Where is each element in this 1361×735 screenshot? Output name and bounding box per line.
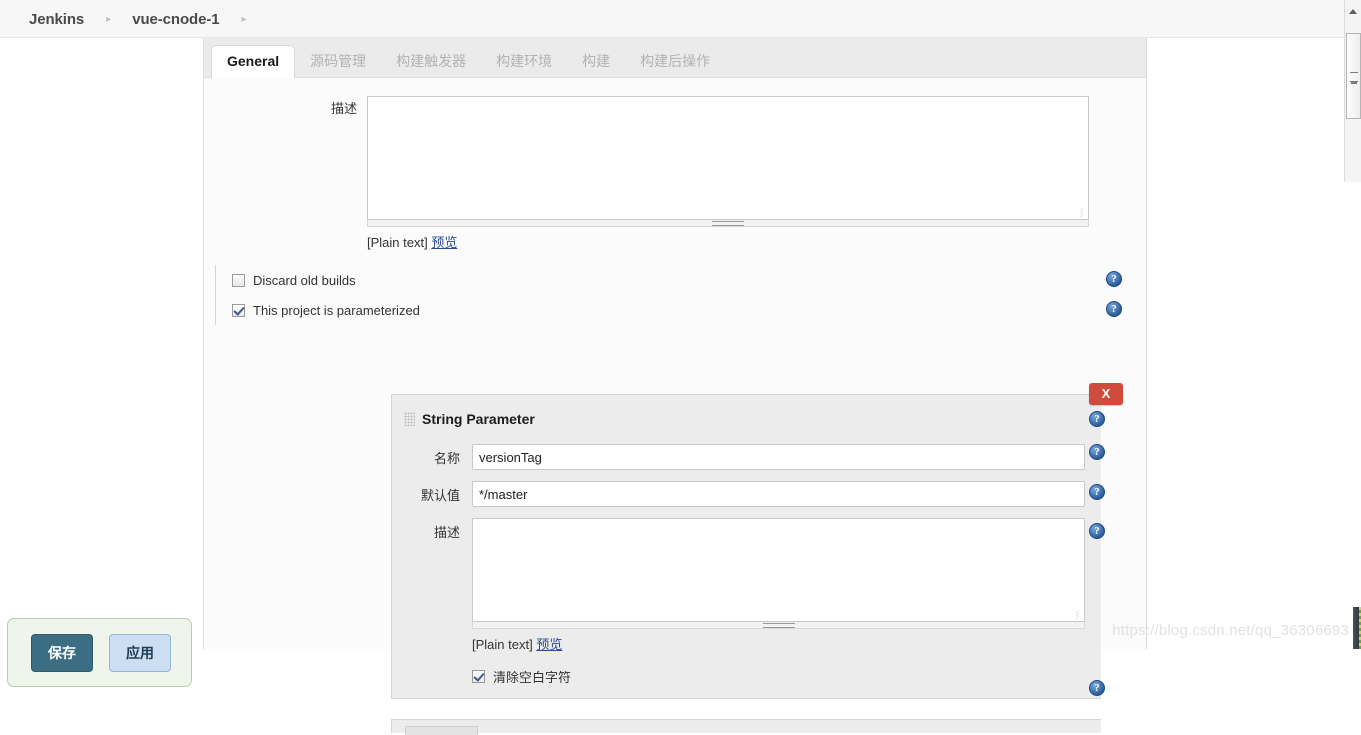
watermark-text: https://blog.csdn.net/qq_36306693 (1112, 622, 1349, 639)
next-parameter-button-stub[interactable] (405, 726, 478, 735)
resize-grip-icon-parameter[interactable] (1073, 610, 1082, 619)
breadcrumb-item-jenkins[interactable]: Jenkins (29, 11, 84, 28)
help-icon-discard-old-builds[interactable]: ? (1106, 271, 1122, 287)
discard-old-builds-row[interactable]: Discard old builds ? (216, 265, 1146, 295)
trim-whitespace-label: 清除空白字符 (493, 669, 572, 685)
job-config-form: General 源码管理 构建触发器 构建环境 构建 构建后操作 描述 [Pla… (203, 38, 1147, 735)
breadcrumb-item-job[interactable]: vue-cnode-1 (132, 11, 219, 28)
parameter-name-input[interactable] (472, 444, 1085, 470)
discard-old-builds-label: Discard old builds (253, 272, 356, 288)
this-project-is-parameterized-row[interactable]: This project is parameterized ? (216, 295, 1146, 325)
tab-build-triggers[interactable]: 构建触发器 (381, 45, 481, 77)
this-project-is-parameterized-label: This project is parameterized (253, 302, 420, 318)
tab-build[interactable]: 构建 (567, 45, 625, 77)
scroll-up-arrow-icon[interactable] (1345, 0, 1361, 21)
parameter-name-label: 名称 (433, 451, 460, 466)
plain-text-label: [Plain text] (367, 235, 428, 250)
vertical-scrollbar[interactable] (1344, 0, 1361, 182)
resize-grip-icon[interactable] (1077, 208, 1086, 217)
page-body: General 源码管理 构建触发器 构建环境 构建 构建后操作 描述 [Pla… (0, 38, 1361, 735)
drag-handle-icon[interactable] (404, 412, 415, 426)
general-options-tree: Discard old builds ? This project is par… (215, 265, 1146, 325)
save-button[interactable]: 保存 (31, 633, 93, 672)
parameter-description-splitter-handle[interactable] (472, 622, 1085, 629)
parameter-name-row: 名称 ? (392, 444, 1105, 470)
tab-post-build-actions[interactable]: 构建后操作 (625, 45, 725, 77)
string-parameter-panel: X String Parameter ? 名称 ? 默认值 ? (391, 383, 1123, 699)
discard-old-builds-checkbox[interactable] (232, 273, 245, 287)
string-parameter-title: String Parameter (422, 411, 535, 427)
breadcrumb-bar: Jenkins ▸ vue-cnode-1 ▸ (0, 0, 1361, 38)
help-icon-parameterized[interactable]: ? (1106, 301, 1122, 317)
parameter-default-row: 默认值 ? (392, 481, 1105, 507)
help-icon-parameter-default[interactable]: ? (1089, 484, 1105, 500)
help-icon-parameter-description[interactable]: ? (1089, 523, 1105, 539)
breadcrumb: Jenkins ▸ vue-cnode-1 ▸ (0, 0, 1361, 38)
delete-parameter-button[interactable]: X (1089, 383, 1123, 405)
trim-whitespace-checkbox[interactable] (472, 669, 485, 683)
general-section: 描述 [Plain text] 预览 Discard old builds ? … (204, 78, 1146, 735)
window-edge-strip (1353, 607, 1361, 649)
preview-link[interactable]: 预览 (431, 235, 457, 250)
tab-source-code-management[interactable]: 源码管理 (295, 45, 381, 77)
parameter-description-label: 描述 (433, 525, 460, 540)
floating-save-bar: 保存 应用 (7, 618, 192, 687)
trim-whitespace-row[interactable]: 清除空白字符 ? (392, 666, 1105, 696)
parameter-default-input[interactable] (472, 481, 1085, 507)
description-label: 描述 (330, 101, 357, 116)
tab-build-environment[interactable]: 构建环境 (481, 45, 567, 77)
parameters-region: X String Parameter ? 名称 ? 默认值 ? (391, 383, 1148, 735)
parameter-description-group: [Plain text] 预览 (472, 518, 1085, 653)
next-parameter-block (391, 719, 1101, 735)
help-icon-string-parameter[interactable]: ? (1089, 411, 1105, 427)
breadcrumb-separator-icon: ▸ (106, 14, 112, 25)
description-textarea[interactable] (367, 96, 1089, 220)
parameter-plaintext-row: [Plain text] 预览 (472, 634, 1085, 653)
description-field-group: [Plain text] 预览 (367, 96, 1146, 251)
parameter-description-textarea[interactable] (472, 518, 1085, 622)
parameter-description-row: 描述 [Plain text] 预览 ? (392, 518, 1105, 653)
breadcrumb-separator-icon-2[interactable]: ▸ (241, 15, 246, 25)
description-splitter-handle[interactable] (367, 220, 1089, 227)
help-icon-parameter-name[interactable]: ? (1089, 444, 1105, 460)
description-plaintext-row: [Plain text] 预览 (367, 232, 1146, 251)
this-project-is-parameterized-checkbox[interactable] (232, 303, 245, 317)
config-tab-bar: General 源码管理 构建触发器 构建环境 构建 构建后操作 (204, 38, 1146, 78)
help-icon-trim-whitespace[interactable]: ? (1089, 680, 1105, 696)
parameter-preview-link[interactable]: 预览 (536, 637, 562, 652)
string-parameter-header: String Parameter ? (392, 405, 1105, 433)
parameter-plain-text-label: [Plain text] (472, 637, 533, 652)
tab-general[interactable]: General (211, 45, 296, 78)
parameter-default-label: 默认值 (420, 488, 460, 503)
description-row: 描述 [Plain text] 预览 (204, 78, 1146, 251)
scrollbar-thumb[interactable] (1346, 33, 1361, 119)
apply-button[interactable]: 应用 (109, 633, 171, 672)
